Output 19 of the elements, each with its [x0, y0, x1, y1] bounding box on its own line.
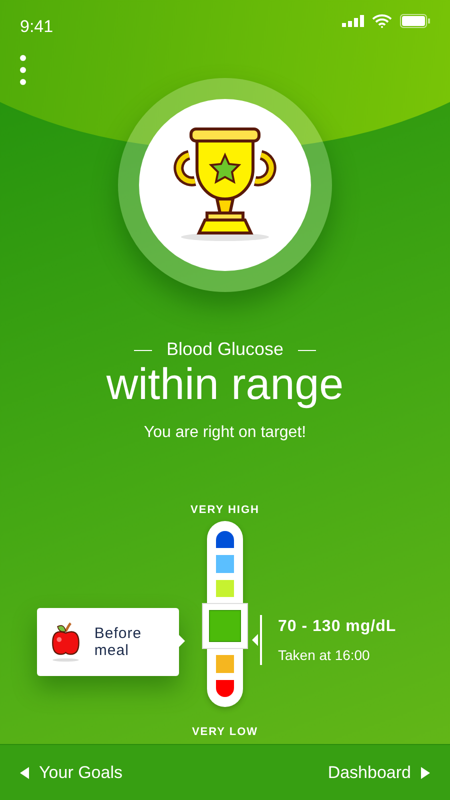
glucose-range: 70 - 130 mg/dL [278, 618, 396, 635]
next-button[interactable]: Dashboard [328, 760, 430, 786]
caret-right-icon [421, 766, 430, 778]
wifi-icon [372, 14, 392, 28]
back-button[interactable]: Your Goals [20, 760, 122, 786]
pointer-icon [252, 634, 258, 646]
taken-time: Taken at 16:00 [278, 647, 370, 663]
status-time: 9:41 [20, 16, 54, 38]
dash-line [298, 350, 316, 351]
metric-label: Blood Glucose [166, 339, 284, 359]
meal-label: Before meal [94, 624, 143, 660]
scale-top-label: VERY HIGH [190, 504, 260, 516]
scale-bottom-label: VERY LOW [192, 726, 258, 738]
signal-icon [342, 15, 364, 27]
dash-line [134, 350, 152, 351]
caret-left-icon [20, 766, 29, 778]
status-heading: within range [106, 360, 344, 409]
status-message: You are right on target! [144, 424, 306, 441]
battery-icon [400, 14, 430, 28]
